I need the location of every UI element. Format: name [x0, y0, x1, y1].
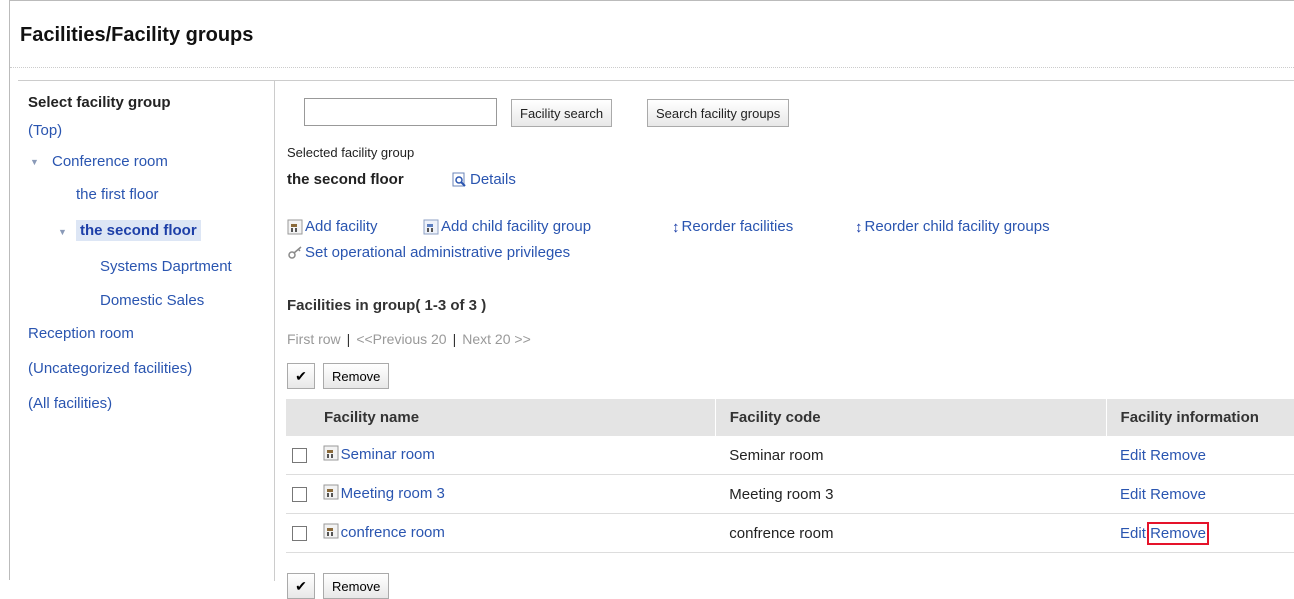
sidebar-item-systems-department[interactable]: Systems Daprtment — [100, 258, 232, 275]
facility-icon — [323, 484, 339, 504]
select-all-button[interactable]: ✔ — [287, 363, 315, 389]
column-header-facility-information: Facility information — [1106, 399, 1294, 436]
add-facility-link[interactable]: Add facility — [287, 218, 378, 235]
facility-code-cell: Meeting room 3 — [715, 475, 1106, 514]
details-link[interactable]: Details — [452, 171, 516, 188]
bulk-remove-button[interactable]: Remove — [323, 363, 389, 389]
sidebar-item-second-floor[interactable]: the second floor — [76, 220, 201, 241]
facility-icon — [287, 219, 303, 235]
sidebar-item-conference-room[interactable]: Conference room — [52, 153, 168, 170]
table-row: Seminar room Seminar room Edit Remove — [286, 436, 1294, 475]
remove-link[interactable]: Remove — [1150, 486, 1206, 503]
facility-icon — [323, 445, 339, 465]
column-header-facility-code: Facility code — [715, 399, 1106, 436]
facility-name-link[interactable]: Seminar room — [341, 446, 435, 463]
reorder-child-groups-label: Reorder child facility groups — [865, 218, 1050, 235]
facility-code-cell: Seminar room — [715, 436, 1106, 475]
selected-group-name: the second floor — [287, 171, 404, 188]
add-child-group-label: Add child facility group — [441, 218, 591, 235]
add-facility-label: Add facility — [305, 218, 378, 235]
sidebar-item-first-floor[interactable]: the first floor — [76, 186, 159, 203]
facility-name-link[interactable]: confrence room — [341, 524, 445, 541]
remove-link[interactable]: Remove — [1150, 447, 1206, 464]
bulk-remove-button-bottom[interactable]: Remove — [323, 573, 389, 599]
reorder-facilities-link[interactable]: ↕Reorder facilities — [672, 218, 793, 236]
sidebar-item-domestic-sales[interactable]: Domestic Sales — [100, 292, 204, 309]
facilities-table: Facility name Facility code Facility inf… — [285, 399, 1294, 553]
add-child-group-link[interactable]: Add child facility group — [423, 218, 591, 235]
expanded-triangle-icon[interactable]: ▼ — [30, 157, 39, 167]
reorder-facilities-label: Reorder facilities — [682, 218, 794, 235]
group-sidebar: Select facility group (Top) ▼ Conference… — [18, 80, 275, 581]
facility-icon — [323, 523, 339, 543]
facility-code-cell: confrence room — [715, 514, 1106, 553]
key-icon — [287, 245, 303, 261]
up-down-arrow-icon: ↕ — [855, 219, 863, 236]
pager-first: First row — [287, 331, 341, 347]
table-header-row: Facility name Facility code Facility inf… — [286, 399, 1294, 436]
magnifier-document-icon — [452, 172, 468, 188]
expanded-triangle-icon[interactable]: ▼ — [58, 227, 67, 237]
facility-search-button[interactable]: Facility search — [511, 99, 612, 127]
edit-link[interactable]: Edit — [1120, 525, 1146, 542]
group-search-button[interactable]: Search facility groups — [647, 99, 789, 127]
edit-link[interactable]: Edit — [1120, 486, 1146, 503]
facility-name-link[interactable]: Meeting room 3 — [341, 485, 445, 502]
sidebar-item-all-facilities[interactable]: (All facilities) — [28, 395, 112, 412]
up-down-arrow-icon: ↕ — [672, 219, 680, 236]
page-title: Facilities/Facility groups — [20, 24, 253, 47]
column-header-facility-name: Facility name — [286, 399, 716, 436]
select-all-button-bottom[interactable]: ✔ — [287, 573, 315, 599]
facility-group-icon — [423, 219, 439, 235]
pager-next: Next 20 >> — [462, 331, 531, 347]
row-checkbox[interactable] — [292, 448, 307, 463]
reorder-child-groups-link[interactable]: ↕Reorder child facility groups — [855, 218, 1050, 236]
sidebar-item-top[interactable]: (Top) — [28, 122, 62, 139]
table-row: Meeting room 3 Meeting room 3 Edit Remov… — [286, 475, 1294, 514]
selected-group-label: Selected facility group — [287, 145, 414, 160]
sidebar-title: Select facility group — [28, 94, 171, 111]
checkmark-icon: ✔ — [295, 368, 307, 384]
pager: First row|<<Previous 20|Next 20 >> — [287, 331, 531, 347]
main-panel: Facility search Search facility groups S… — [275, 80, 1294, 581]
sidebar-item-reception-room[interactable]: Reception room — [28, 325, 134, 342]
divider — [10, 67, 1294, 68]
row-checkbox[interactable] — [292, 526, 307, 541]
table-row: confrence room confrence room Edit Remov… — [286, 514, 1294, 553]
search-input[interactable] — [304, 98, 497, 126]
facilities-list-title: Facilities in group( 1-3 of 3 ) — [287, 297, 486, 314]
details-label: Details — [470, 171, 516, 188]
sidebar-item-uncategorized[interactable]: (Uncategorized facilities) — [28, 360, 192, 377]
set-privileges-label: Set operational administrative privilege… — [305, 244, 570, 261]
pager-previous: <<Previous 20 — [356, 331, 446, 347]
edit-link[interactable]: Edit — [1120, 447, 1146, 464]
remove-link-highlighted[interactable]: Remove — [1150, 525, 1206, 542]
set-privileges-link[interactable]: Set operational administrative privilege… — [287, 244, 570, 261]
row-checkbox[interactable] — [292, 487, 307, 502]
